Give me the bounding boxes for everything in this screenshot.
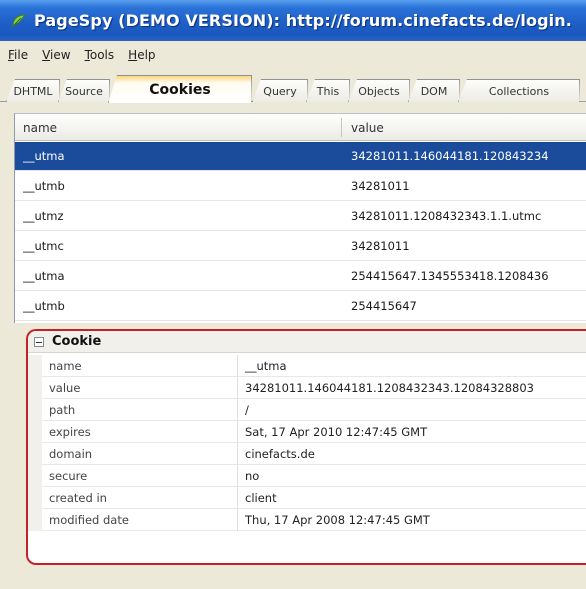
menu-view[interactable]: View: [42, 48, 70, 62]
cookie-details-panel: Cookie name __utma value 34281011.146044…: [26, 329, 586, 565]
property-value[interactable]: client: [238, 487, 586, 509]
tab-source[interactable]: Source: [58, 79, 110, 102]
table-row[interactable]: __utmb 254415647: [15, 292, 586, 321]
property-label: secure: [42, 465, 238, 487]
property-label: expires: [42, 421, 238, 443]
property-value[interactable]: __utma: [238, 355, 586, 377]
cookie-name-cell: __utmb: [23, 299, 65, 313]
tab-this[interactable]: This: [306, 79, 350, 102]
cookie-category-header[interactable]: Cookie: [28, 331, 586, 353]
cookies-table: name value __utma 34281011.146044181.120…: [14, 113, 586, 323]
property-row-secure[interactable]: secure no: [28, 465, 586, 487]
property-value[interactable]: cinefacts.de: [238, 443, 586, 465]
cookie-name-cell: __utma: [23, 149, 65, 163]
property-row-value[interactable]: value 34281011.146044181.1208432343.1208…: [28, 377, 586, 399]
cookie-value-cell: 34281011: [351, 179, 410, 193]
cookie-value-cell: 34281011.1208432343.1.1.utmc: [351, 209, 542, 223]
column-header-value[interactable]: value: [351, 114, 581, 141]
pagespy-app-icon: [12, 13, 27, 27]
property-label: created in: [42, 487, 238, 509]
cookie-value-cell: 254415647.1345553418.1208436: [351, 269, 549, 283]
property-value[interactable]: 34281011.146044181.1208432343.1208432880…: [238, 377, 586, 399]
table-row[interactable]: __utma 34281011.146044181.120843234: [15, 142, 586, 171]
table-row[interactable]: __utmc 34281011: [15, 232, 586, 261]
column-separator[interactable]: [341, 118, 342, 137]
cookie-name-cell: __utma: [23, 269, 65, 283]
tab-objects[interactable]: Objects: [348, 79, 410, 102]
cookie-value-cell: 34281011.146044181.120843234: [351, 149, 549, 163]
window-title: PageSpy (DEMO VERSION): http://forum.cin…: [34, 11, 572, 30]
title-bar[interactable]: PageSpy (DEMO VERSION): http://forum.cin…: [0, 0, 586, 41]
table-header: name value: [15, 114, 586, 141]
tab-dom[interactable]: DOM: [408, 79, 460, 102]
property-value[interactable]: /: [238, 399, 586, 421]
collapse-minus-icon[interactable]: [34, 336, 44, 347]
property-value[interactable]: no: [238, 465, 586, 487]
property-row-path[interactable]: path /: [28, 399, 586, 421]
property-row-domain[interactable]: domain cinefacts.de: [28, 443, 586, 465]
cookie-name-cell: __utmc: [23, 239, 64, 253]
property-row-modified-date[interactable]: modified date Thu, 17 Apr 2008 12:47:45 …: [28, 509, 586, 531]
column-header-name[interactable]: name: [23, 114, 323, 141]
menu-file[interactable]: File: [8, 48, 28, 62]
table-row[interactable]: __utmz 34281011.1208432343.1.1.utmc: [15, 202, 586, 231]
property-label: value: [42, 377, 238, 399]
menu-tools[interactable]: Tools: [85, 48, 115, 62]
property-value[interactable]: Sat, 17 Apr 2010 12:47:45 GMT: [238, 421, 586, 443]
tab-collections[interactable]: Collections: [458, 79, 580, 102]
property-value[interactable]: Thu, 17 Apr 2008 12:47:45 GMT: [238, 509, 586, 531]
cookie-category-title: Cookie: [52, 334, 102, 349]
table-row[interactable]: __utmb 34281011: [15, 172, 586, 201]
pagespy-window: PageSpy (DEMO VERSION): http://forum.cin…: [0, 0, 586, 589]
tab-strip: DHTML Source Cookies Query This Objects …: [0, 69, 586, 102]
property-row-expires[interactable]: expires Sat, 17 Apr 2010 12:47:45 GMT: [28, 421, 586, 443]
menu-bar: File View Tools Help: [0, 41, 586, 69]
property-label: domain: [42, 443, 238, 465]
cookie-value-cell: 254415647: [351, 299, 417, 313]
cookie-value-cell: 34281011: [351, 239, 410, 253]
property-row-name[interactable]: name __utma: [28, 355, 586, 377]
cookie-name-cell: __utmz: [23, 209, 64, 223]
tab-cookies[interactable]: Cookies: [108, 75, 252, 103]
tab-dhtml[interactable]: DHTML: [6, 79, 60, 102]
property-label: name: [42, 355, 238, 377]
table-row[interactable]: __utma 254415647.1345553418.1208436: [15, 262, 586, 291]
status-strip: [0, 575, 586, 589]
menu-help[interactable]: Help: [128, 48, 155, 62]
tab-query[interactable]: Query: [252, 79, 308, 102]
cookie-name-cell: __utmb: [23, 179, 65, 193]
property-label: modified date: [42, 509, 238, 531]
property-label: path: [42, 399, 238, 421]
property-row-created-in[interactable]: created in client: [28, 487, 586, 509]
